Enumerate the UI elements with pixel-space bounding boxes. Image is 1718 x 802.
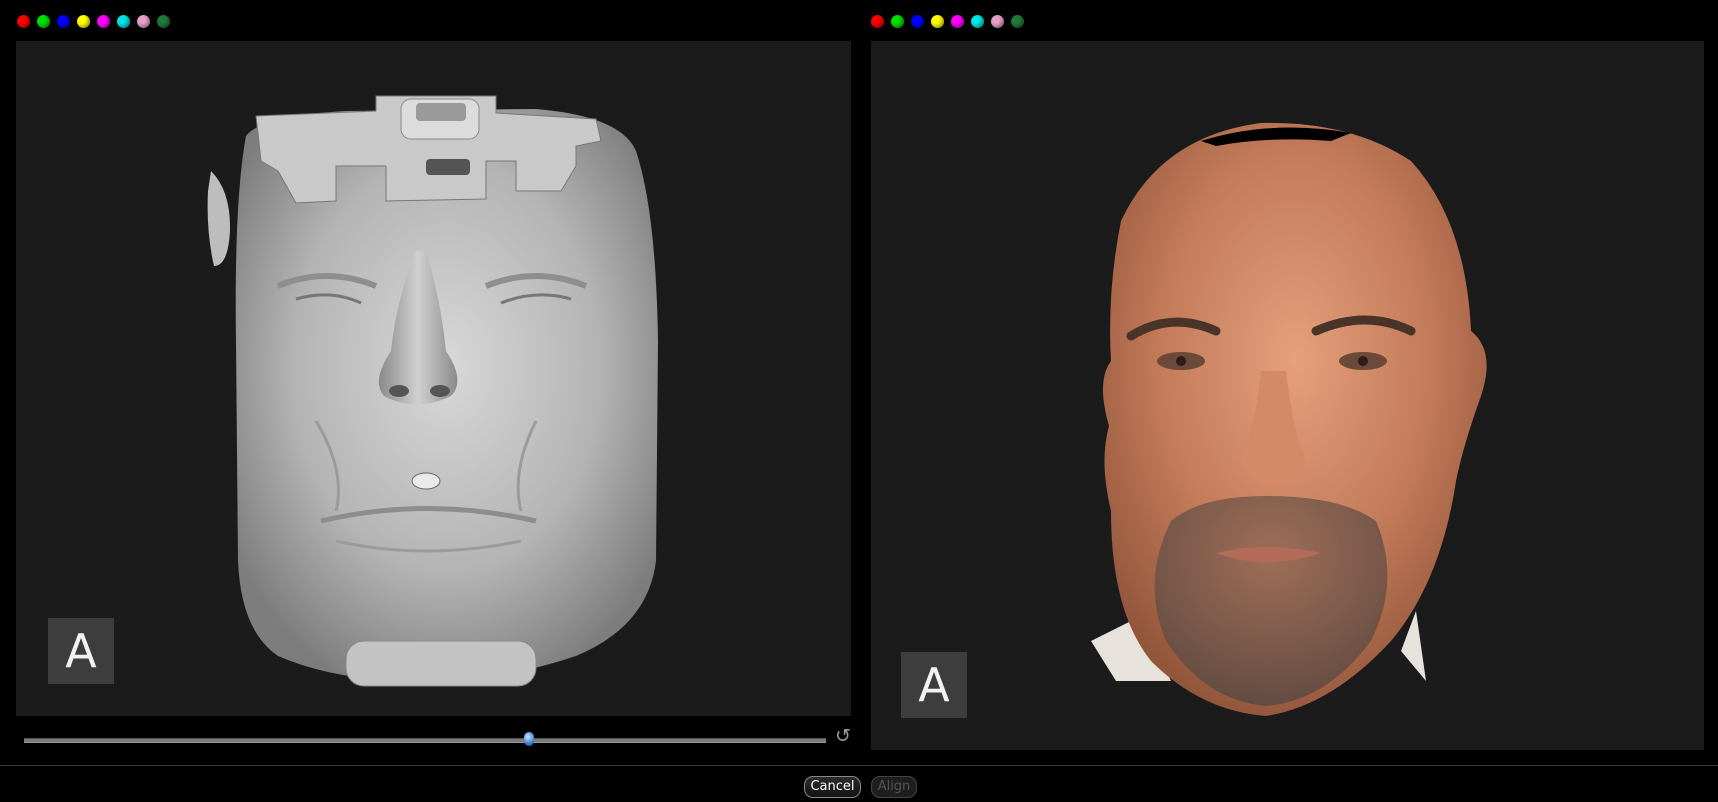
align-button[interactable]: Align — [871, 776, 917, 798]
marker-color-yellow[interactable] — [77, 15, 90, 28]
marker-color-magenta[interactable] — [97, 15, 110, 28]
footer-separator — [0, 765, 1718, 766]
marker-color-dark-green[interactable] — [1011, 15, 1024, 28]
marker-color-cyan[interactable] — [117, 15, 130, 28]
marker-color-dark-green[interactable] — [157, 15, 170, 28]
marker-color-red[interactable] — [17, 15, 30, 28]
marker-color-palette-left — [17, 15, 170, 28]
cancel-button[interactable]: Cancel — [804, 776, 861, 798]
marker-color-blue[interactable] — [57, 15, 70, 28]
threshold-slider-track[interactable] — [24, 738, 826, 743]
ct-surface-viewport[interactable]: A — [16, 41, 851, 716]
orientation-label-anterior: A — [48, 618, 114, 684]
marker-color-red[interactable] — [871, 15, 884, 28]
marker-color-blue[interactable] — [911, 15, 924, 28]
photo-surface-viewport[interactable]: A — [871, 41, 1704, 750]
reset-icon[interactable]: ↺ — [833, 726, 853, 746]
marker-color-green[interactable] — [891, 15, 904, 28]
marker-color-palette-right — [871, 15, 1024, 28]
textured-face-render — [1091, 122, 1487, 716]
marker-color-pink[interactable] — [991, 15, 1004, 28]
threshold-slider-thumb[interactable] — [524, 732, 535, 746]
marker-color-pink[interactable] — [137, 15, 150, 28]
marker-color-yellow[interactable] — [931, 15, 944, 28]
marker-color-magenta[interactable] — [951, 15, 964, 28]
marker-color-green[interactable] — [37, 15, 50, 28]
orientation-label-anterior: A — [901, 652, 967, 718]
marker-color-cyan[interactable] — [971, 15, 984, 28]
ct-head-render — [207, 95, 658, 687]
